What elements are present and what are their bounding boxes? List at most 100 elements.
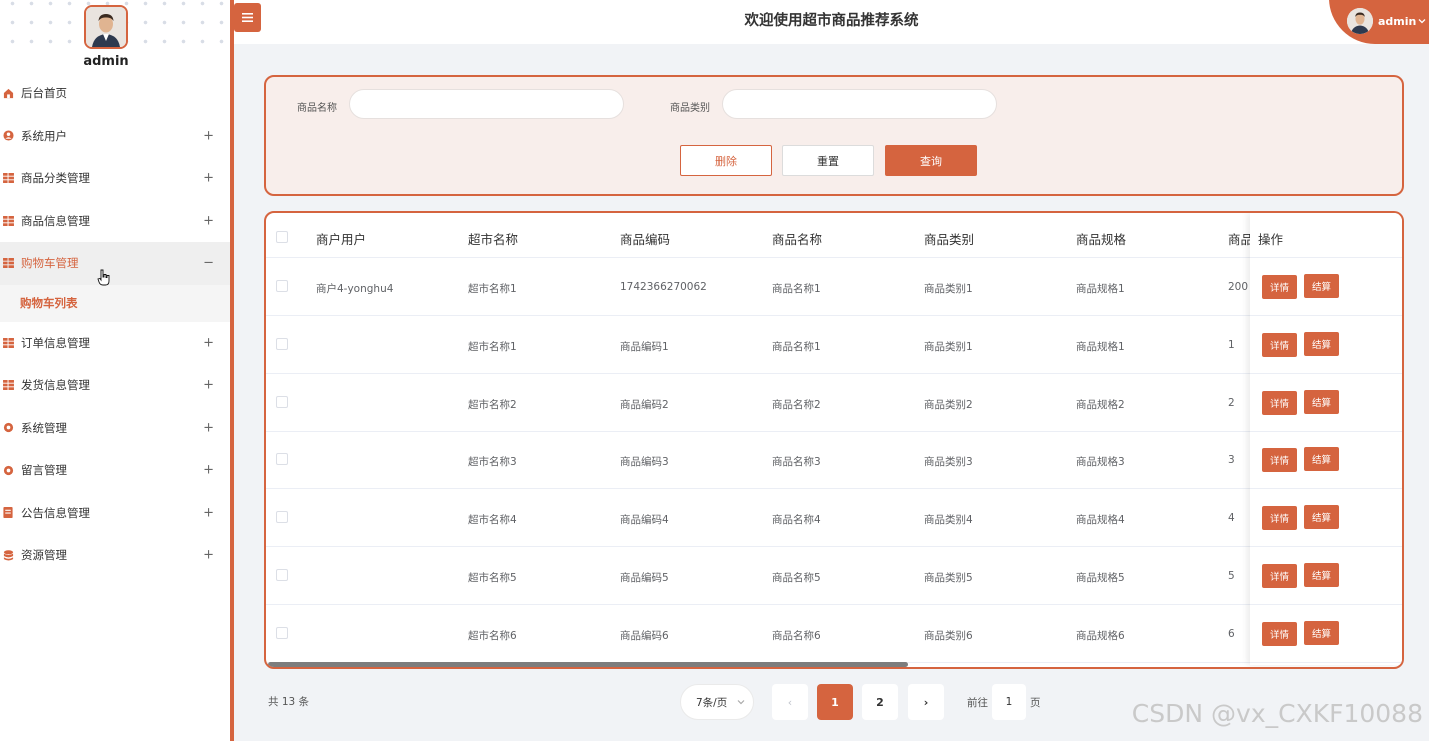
avatar[interactable] [84,5,128,49]
sidebar-item-cart[interactable]: 购物车管理 − [0,242,230,285]
table-cell: 商品规格4 [1076,514,1125,527]
page-button-2[interactable]: 2 [862,684,898,720]
detail-button[interactable]: 详情 [1262,332,1297,357]
sidebar-item-messages[interactable]: 留言管理 + [0,449,230,492]
sidebar-item-label: 后台首页 [21,86,67,101]
grid-icon [0,335,16,351]
column-header[interactable]: 超市名称 [468,229,518,248]
sidebar-item-category[interactable]: 商品分类管理 + [0,157,230,200]
expand-icon[interactable]: + [203,335,214,350]
row-checkbox[interactable] [276,626,288,639]
sidebar-item-shipping[interactable]: 发货信息管理 + [0,364,230,407]
product-category-input[interactable] [722,89,997,119]
expand-icon[interactable]: + [203,548,214,563]
settle-button[interactable]: 结算 [1304,505,1339,530]
expand-icon[interactable]: + [203,213,214,228]
expand-icon[interactable]: + [203,128,214,143]
table-cell: 商户4-yonghu4 [316,283,394,295]
goto-page-input[interactable]: 1 [992,684,1026,720]
table-row: 超市名称2 商品编码2 商品名称2 商品类别2 商品规格2 2 [266,374,1402,432]
settle-button[interactable]: 结算 [1304,620,1339,645]
row-checkbox[interactable] [276,395,288,408]
settle-button[interactable]: 结算 [1304,563,1339,587]
row-checkbox[interactable] [276,280,288,292]
table-cell: 商品编码4 [620,514,669,527]
column-header[interactable]: 商品名称 [772,229,822,248]
detail-button[interactable]: 详情 [1262,275,1297,299]
table-cell: 商品名称1 [772,340,821,353]
row-checkbox[interactable] [276,337,288,350]
sidebar-item-orders[interactable]: 订单信息管理 + [0,322,230,365]
prev-page-button[interactable]: ‹ [772,684,808,720]
page-size-select[interactable]: 7条/页 [680,684,754,720]
top-bar: 欢迎使用超市商品推荐系统 admin [234,0,1429,44]
detail-button[interactable]: 详情 [1262,621,1297,646]
row-checkbox[interactable] [276,511,288,524]
horizontal-scrollbar[interactable] [268,662,908,667]
operations-row: 详情 结算 [1250,605,1402,663]
column-header[interactable]: 商户用户 [316,229,366,248]
sidebar-item-resources[interactable]: 资源管理 + [0,534,230,577]
expand-icon[interactable]: + [203,378,214,393]
operations-row: 详情 结算 [1250,489,1402,548]
product-name-input[interactable] [349,89,624,119]
watermark: CSDN @vx_CXKF10088 [1131,699,1423,728]
sidebar-item-label: 商品信息管理 [21,213,90,228]
cart-table: 商户用户 超市名称 商品编码 商品名称 商品类别 商品规格 商品 商户4-yon… [264,211,1404,669]
column-header[interactable]: 商品规格 [1076,229,1126,248]
page-button-1[interactable]: 1 [817,684,853,720]
operations-header: 操作 [1250,213,1402,258]
row-checkbox[interactable] [276,569,288,581]
settle-button[interactable]: 结算 [1304,447,1339,472]
sidebar-subitem-cart-list[interactable]: 购物车列表 [0,284,230,322]
select-all-checkbox[interactable] [276,231,288,243]
column-header[interactable]: 商品类别 [924,229,974,248]
expand-icon[interactable]: + [203,420,214,435]
goto-suffix: 页 [1030,697,1041,709]
gear-icon [0,462,16,478]
delete-button[interactable]: 删除 [680,145,772,176]
operations-row: 详情 结算 [1250,316,1402,374]
total-count: 共 13 条 [268,696,310,708]
reset-button[interactable]: 重置 [782,145,874,176]
table-cell: 超市名称4 [468,514,517,527]
grid-icon [0,213,16,229]
expand-icon[interactable]: + [203,505,214,520]
settle-button[interactable]: 结算 [1304,274,1339,298]
table-cell: 商品类别2 [924,398,973,411]
user-icon [0,128,16,144]
operations-row: 详情 结算 [1250,431,1402,490]
detail-button[interactable]: 详情 [1262,448,1297,473]
table-cell: 超市名称3 [468,456,517,469]
sidebar-item-notices[interactable]: 公告信息管理 + [0,492,230,535]
expand-icon[interactable]: + [203,171,214,186]
table-cell: 6 [1228,627,1235,640]
product-category-label: 商品类别 [670,103,710,114]
next-page-button[interactable]: › [908,684,944,720]
column-header[interactable]: 商品编码 [620,229,670,248]
table-cell: 超市名称2 [468,398,517,411]
table-cell: 200 [1228,281,1249,293]
sidebar-item-home[interactable]: 后台首页 [0,72,230,115]
table-cell: 商品名称5 [772,572,821,584]
table-cell: 商品编码3 [620,456,669,469]
sidebar-item-system[interactable]: 系统管理 + [0,407,230,450]
user-menu[interactable]: admin [1329,0,1429,44]
operations-row: 详情 结算 [1250,547,1402,605]
detail-button[interactable]: 详情 [1262,564,1297,588]
collapse-icon[interactable]: − [203,256,214,271]
query-button[interactable]: 查询 [885,145,977,176]
operations-row: 详情 结算 [1250,258,1402,316]
row-checkbox[interactable] [276,453,288,466]
expand-icon[interactable]: + [203,463,214,478]
settle-button[interactable]: 结算 [1304,331,1339,356]
settle-button[interactable]: 结算 [1304,389,1339,414]
table-cell: 商品规格1 [1076,283,1125,295]
table-cell: 超市名称5 [468,572,517,584]
table-cell: 1742366270062 [620,281,707,293]
detail-button[interactable]: 详情 [1262,390,1297,415]
sidebar-item-system-users[interactable]: 系统用户 + [0,115,230,158]
table-cell: 商品编码2 [620,398,669,411]
sidebar-item-product-info[interactable]: 商品信息管理 + [0,200,230,243]
detail-button[interactable]: 详情 [1262,506,1297,531]
